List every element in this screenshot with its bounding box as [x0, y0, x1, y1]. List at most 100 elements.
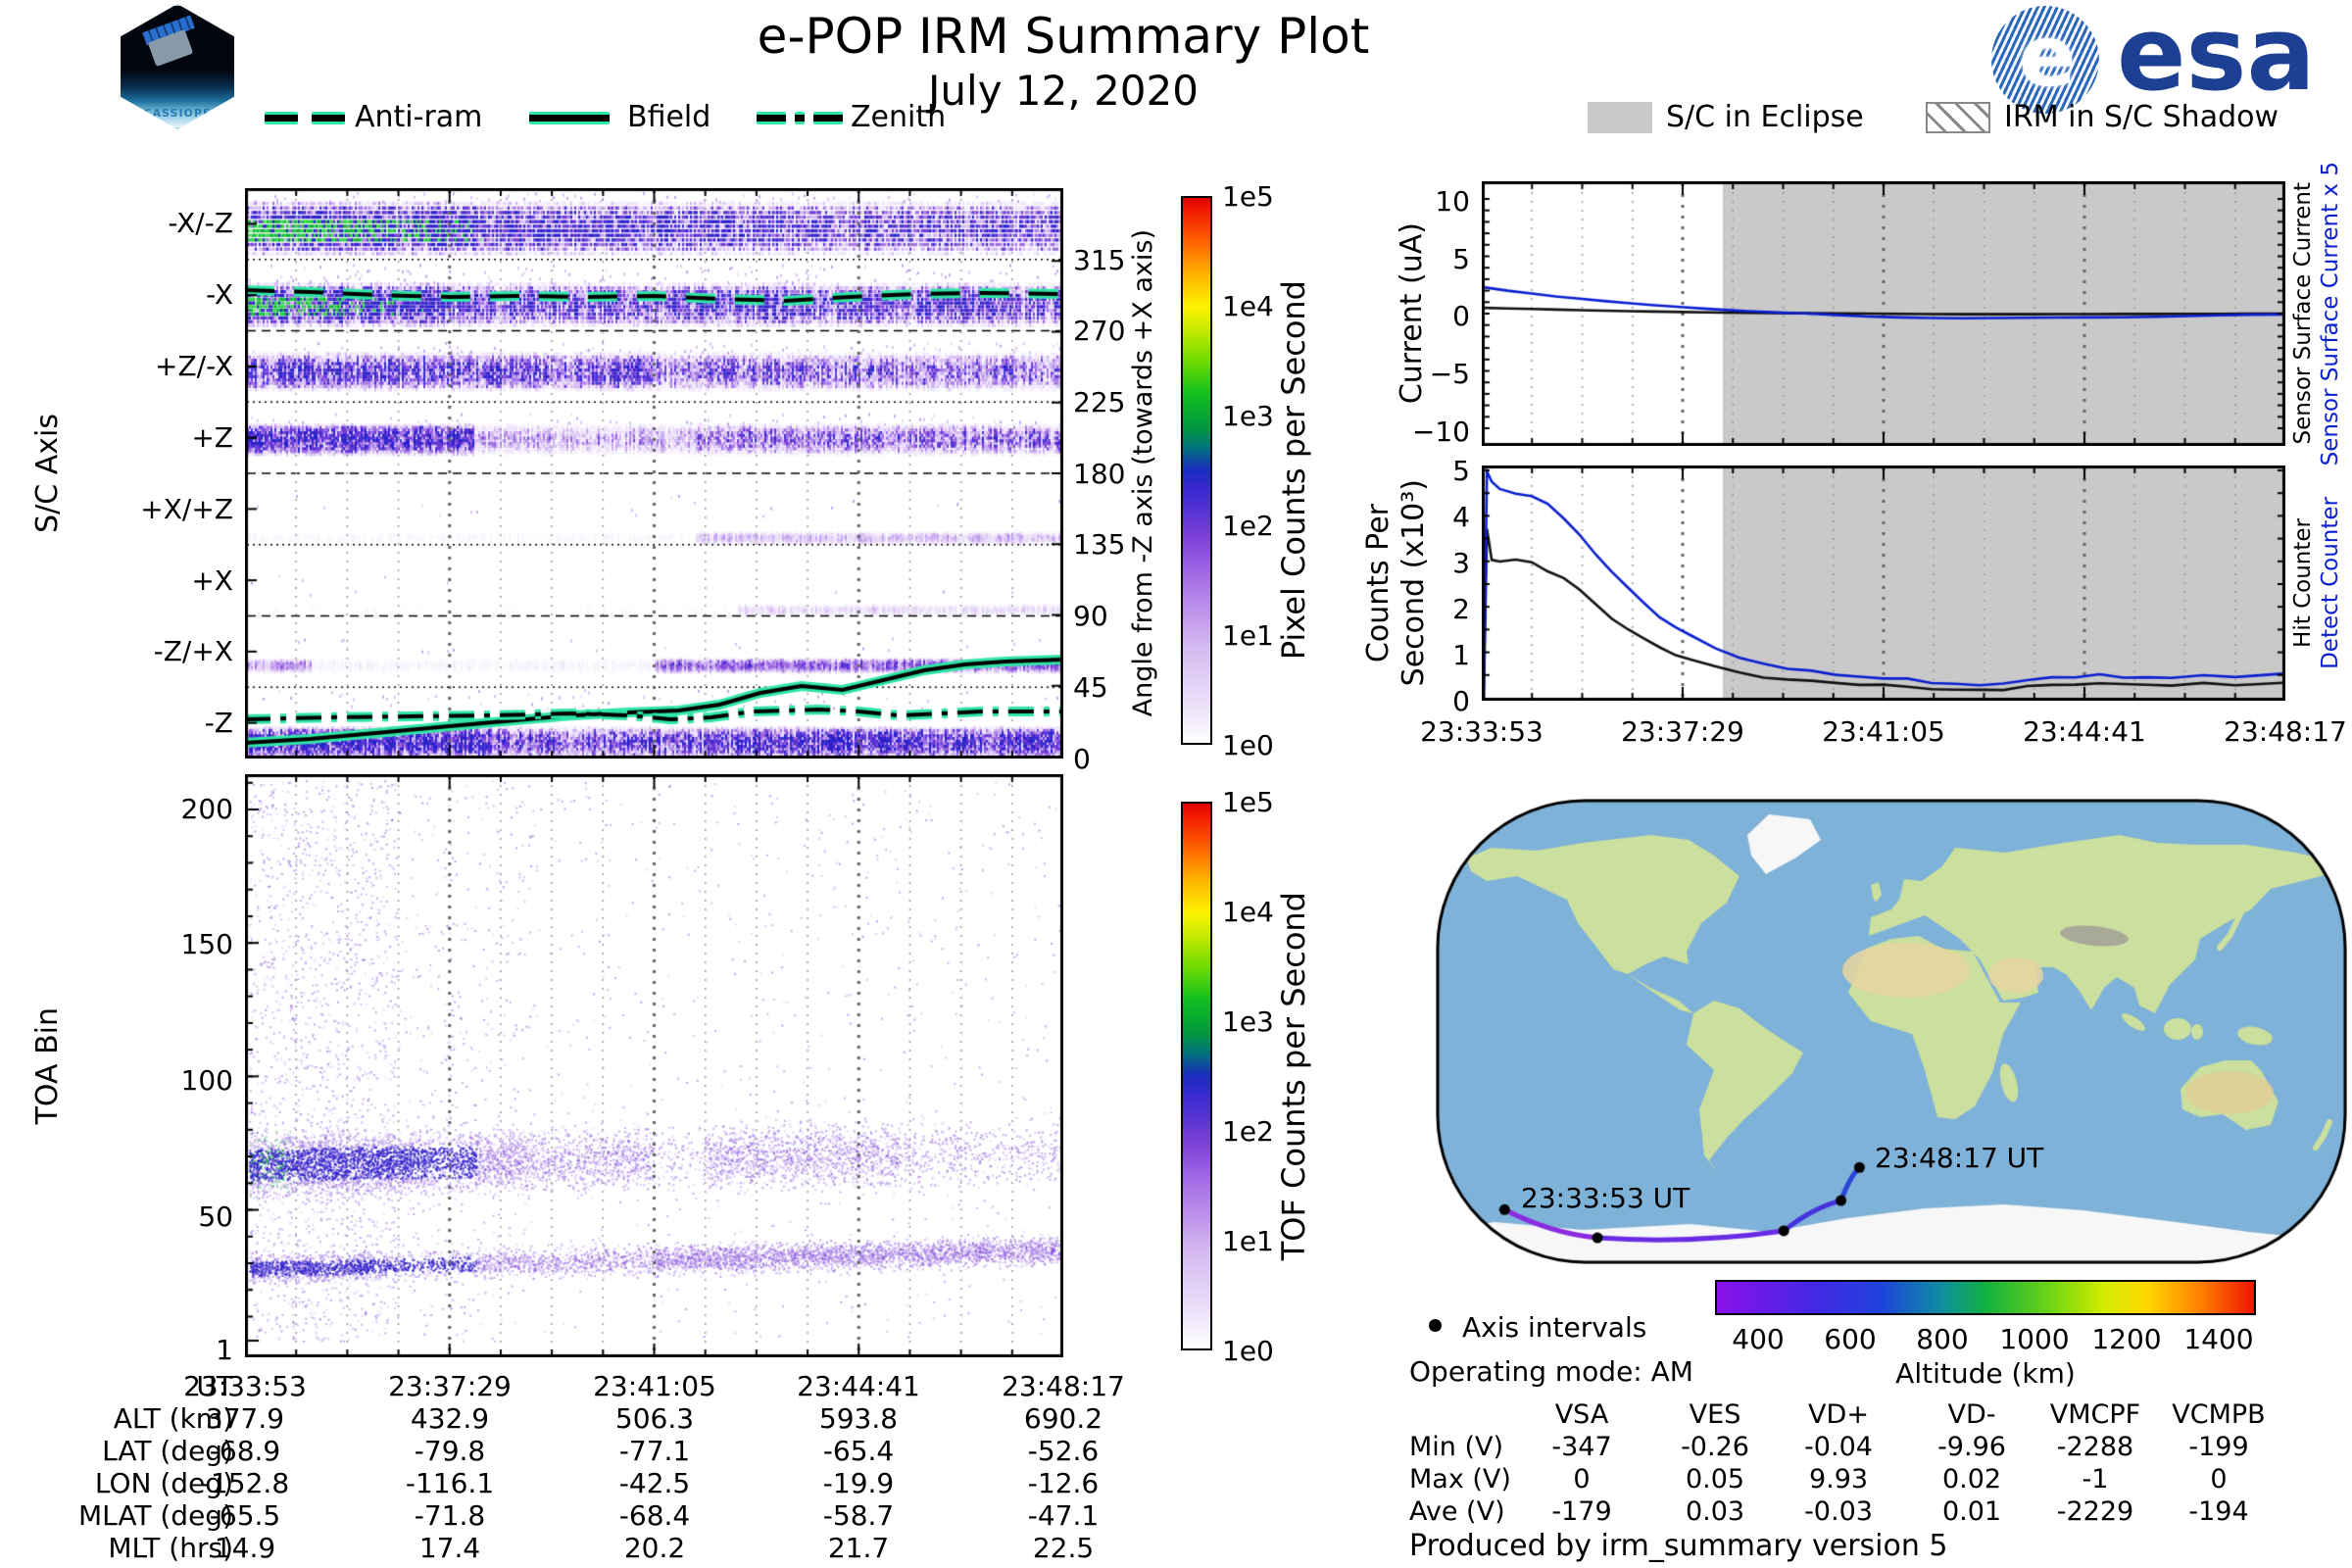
toa-ytick: 200 [147, 793, 233, 825]
altitude-tick: 600 [1824, 1323, 1876, 1355]
ephemeris-row-label: LAT (deg) [39, 1435, 233, 1467]
voltage-cell: -347 [1551, 1432, 1611, 1462]
altitude-colorbar [1715, 1280, 2256, 1315]
ephemeris-row-label: MLT (hrs) [39, 1532, 233, 1564]
spectro-row-label: +Z/-X [118, 350, 233, 382]
tof-colorbar-tick: 1e4 [1222, 896, 1274, 928]
angle-tick: 90 [1073, 600, 1108, 632]
legend-zenith-label: Zenith [851, 100, 946, 134]
counts-ytick: 5 [1392, 455, 1470, 487]
eclipse-swatch [1588, 102, 1652, 133]
spectro-row-label: -X [118, 278, 233, 311]
current-right-label-blue: Sensor Surface Current x 5 [2318, 162, 2343, 466]
page-date: July 12, 2020 [928, 67, 1199, 115]
tof-colorbar [1181, 802, 1212, 1350]
pixel-colorbar-tick: 1e4 [1222, 290, 1274, 322]
current-right-label-blue-wrap: Sensor Surface Current x 5 [2317, 181, 2344, 446]
altitude-tick: 1400 [2183, 1323, 2253, 1355]
legend-antiram-label: Anti-ram [355, 100, 482, 134]
spectro-row-label: +Z [118, 421, 233, 454]
counts-right-label-blue-wrap: Detect Counter [2317, 466, 2344, 701]
tof-colorbar-tick: 1e3 [1222, 1005, 1274, 1038]
voltage-row-label: Max (V) [1409, 1464, 1511, 1494]
page-title: e-POP IRM Summary Plot [758, 8, 1370, 65]
altitude-tick: 1000 [1999, 1323, 2069, 1355]
ephemeris-cell: -12.6 [1028, 1467, 1099, 1499]
voltage-cell: 0.01 [1942, 1496, 2001, 1527]
toa-ytick: 150 [147, 928, 233, 960]
voltage-cell: 9.93 [1809, 1464, 1868, 1494]
pixel-colorbar-label-wrap: Pixel Counts per Second [1272, 196, 1315, 745]
current-ytick: 0 [1392, 300, 1470, 332]
ephemeris-cell: 593.8 [819, 1402, 898, 1435]
angle-axis-label-wrap: Angle from -Z axis (towards +X axis) [1123, 188, 1162, 759]
counts-ytick: 1 [1392, 639, 1470, 671]
voltage-cell: 0 [2210, 1464, 2227, 1494]
pixel-colorbar-tick: 1e5 [1222, 180, 1274, 213]
sc-axis-spectrogram [245, 188, 1063, 759]
ephemeris-cell: -71.8 [415, 1499, 485, 1532]
spectro-ylabel: S/C Axis [30, 414, 65, 533]
legend-bfield-label: Bfield [627, 100, 710, 134]
right-time-tick: 23:41:05 [1822, 715, 1945, 748]
ephemeris-cell: 432.9 [411, 1402, 489, 1435]
antiram-line-sample [265, 112, 345, 124]
tof-colorbar-tick: 1e0 [1222, 1335, 1274, 1367]
voltage-col-header: VMCPF [2050, 1399, 2140, 1430]
cassiope-logo-text: CASSIOPE [118, 107, 237, 120]
counts-ytick: 0 [1392, 685, 1470, 717]
toa-ytick: 100 [147, 1064, 233, 1097]
ephemeris-cell: -152.8 [201, 1467, 289, 1499]
pixel-colorbar [1181, 196, 1212, 745]
tof-colorbar-label: TOF Counts per Second [1275, 892, 1312, 1260]
voltage-cell: -9.96 [1937, 1432, 2006, 1462]
ephemeris-cell: -79.8 [415, 1435, 485, 1467]
tof-colorbar-tick: 1e5 [1222, 786, 1274, 818]
tof-colorbar-tick: 1e1 [1222, 1225, 1274, 1257]
current-ytick: 10 [1392, 185, 1470, 218]
voltage-row-label: Ave (V) [1409, 1496, 1505, 1527]
ephemeris-row-label: ALT (km) [39, 1402, 233, 1435]
sensor-current-plot [1482, 181, 2285, 446]
ephemeris-cell: 17.4 [419, 1532, 480, 1564]
angle-tick: 315 [1073, 244, 1125, 276]
ephemeris-cell: -116.1 [406, 1467, 494, 1499]
altitude-tick: 1200 [2091, 1323, 2161, 1355]
legend-shadow-label: IRM in S/C Shadow [2004, 100, 2278, 134]
axis-intervals-label: Axis intervals [1462, 1311, 1646, 1344]
spectro-row-label: +X [118, 564, 233, 597]
pixel-colorbar-tick: 1e3 [1222, 400, 1274, 432]
counts-ytick: 4 [1392, 501, 1470, 533]
voltage-col-header: VSA [1555, 1399, 1609, 1430]
voltage-cell: -0.04 [1804, 1432, 1873, 1462]
spectro-ylabel-wrap: S/C Axis [27, 188, 67, 759]
voltage-cell: -0.26 [1681, 1432, 1749, 1462]
counts-ytick: 3 [1392, 547, 1470, 579]
ephemeris-cell: -65.4 [823, 1435, 894, 1467]
ephemeris-cell: -47.1 [1028, 1499, 1099, 1532]
ephemeris-cell: 23:37:29 [388, 1370, 512, 1402]
voltage-cell: -0.03 [1804, 1496, 1873, 1527]
voltage-cell: 0.02 [1942, 1464, 2001, 1494]
angle-tick: 135 [1073, 528, 1125, 561]
zenith-line-sample [757, 112, 843, 124]
voltage-col-header: VES [1690, 1399, 1741, 1430]
current-ytick: −10 [1392, 416, 1470, 448]
esa-logo-text: esa [2117, 0, 2316, 114]
altitude-tick: 400 [1732, 1323, 1784, 1355]
ephemeris-cell: 22.5 [1033, 1532, 1094, 1564]
voltage-cell: 0.03 [1686, 1496, 1744, 1527]
voltage-col-header: VD+ [1808, 1399, 1869, 1430]
angle-tick: 180 [1073, 458, 1125, 490]
tof-colorbar-label-wrap: TOF Counts per Second [1272, 802, 1315, 1350]
ephemeris-cell: 23:33:53 [183, 1370, 307, 1402]
axis-intervals-dot [1429, 1319, 1442, 1332]
voltage-row-label: Min (V) [1409, 1432, 1503, 1462]
esa-globe-icon: e [1991, 6, 2099, 114]
bfield-line-sample [529, 112, 610, 124]
altitude-label: Altitude (km) [1895, 1357, 2076, 1390]
right-time-tick: 23:33:53 [1420, 715, 1544, 748]
ephemeris-cell: -19.9 [823, 1467, 894, 1499]
toa-ylabel: TOA Bin [30, 1007, 65, 1124]
current-right-label-black: Sensor Surface Current [2290, 182, 2316, 444]
